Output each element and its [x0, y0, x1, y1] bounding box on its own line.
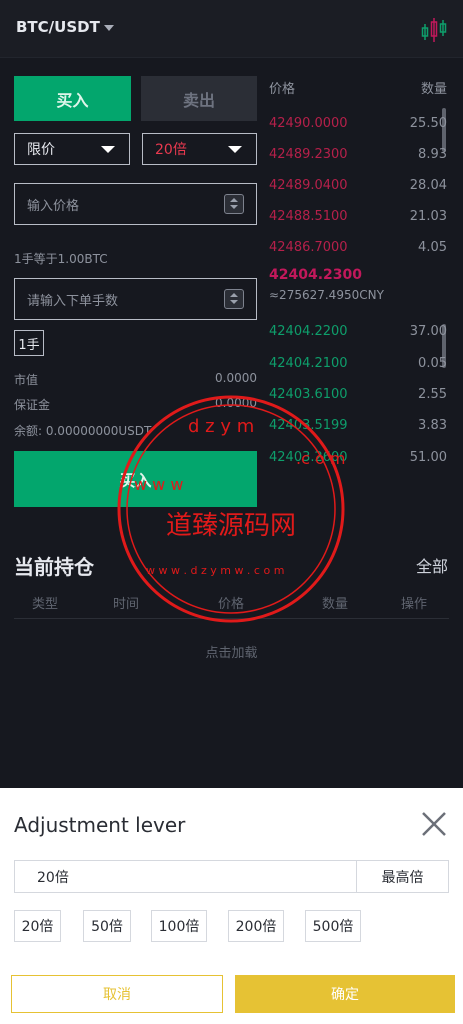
- leverage-input[interactable]: 20倍: [14, 860, 356, 893]
- svg-text:w w w . d z y m w . c o m: w w w . d z y m w . c o m: [146, 564, 284, 577]
- quantity-input[interactable]: 请输入下单手数: [14, 278, 257, 320]
- caret-down-icon: [101, 146, 115, 153]
- price-input[interactable]: 输入价格: [14, 183, 257, 225]
- margin-label: 保证金: [14, 398, 51, 412]
- svg-text:d z y m: d z y m: [188, 416, 254, 437]
- last-price-cny: ≈275627.4950CNY: [269, 288, 384, 302]
- confirm-button[interactable]: 确定: [235, 975, 455, 1013]
- max-leverage-button[interactable]: 最高倍: [356, 860, 449, 893]
- quantity-stepper-icon[interactable]: [224, 289, 244, 309]
- leverage-value: 20倍: [155, 142, 187, 158]
- ask-row[interactable]: 42486.7000 4.05: [269, 240, 447, 258]
- positions-title: 当前持仓: [14, 555, 94, 579]
- bid-row[interactable]: 42404.2200 37.00: [269, 324, 447, 342]
- leverage-chip-200[interactable]: 200倍: [228, 910, 284, 942]
- quantity-placeholder: 请输入下单手数: [27, 293, 119, 309]
- sheet-title: Adjustment lever: [14, 813, 186, 837]
- order-type-select[interactable]: 限价: [14, 133, 130, 165]
- unit-toggle[interactable]: 1手: [14, 330, 44, 356]
- close-icon[interactable]: [420, 810, 448, 838]
- leverage-chip-500[interactable]: 500倍: [305, 910, 361, 942]
- last-price: 42404.2300: [269, 267, 362, 283]
- orderbook-qty-header: 数量: [421, 82, 448, 97]
- ask-row[interactable]: 42490.0000 25.50: [269, 116, 447, 134]
- price-placeholder: 输入价格: [27, 198, 80, 214]
- candlestick-chart-icon[interactable]: [421, 16, 447, 44]
- leverage-select[interactable]: 20倍: [142, 133, 257, 165]
- column-header-type: 类型: [32, 597, 59, 612]
- leverage-chip-20[interactable]: 20倍: [14, 910, 61, 942]
- svg-text:.c o m: .c o m: [296, 449, 345, 468]
- caret-down-icon: [228, 146, 242, 153]
- orderbook-price-header: 价格: [269, 82, 296, 97]
- bid-row[interactable]: 42404.2100 0.05: [269, 356, 447, 374]
- load-more[interactable]: 点击加载: [0, 642, 463, 661]
- leverage-chip-100[interactable]: 100倍: [151, 910, 207, 942]
- order-type-value: 限价: [27, 142, 55, 158]
- ask-row[interactable]: 42489.0400 28.04: [269, 178, 447, 196]
- pair-selector[interactable]: BTC/USDT: [16, 18, 100, 36]
- cancel-button[interactable]: 取消: [11, 975, 223, 1013]
- market-value-row: 市值 0.0000: [14, 371, 257, 388]
- price-stepper-icon[interactable]: [224, 194, 244, 214]
- chevron-down-icon[interactable]: [104, 25, 114, 31]
- positions-all-link[interactable]: 全部: [416, 553, 448, 577]
- sell-tab[interactable]: 卖出: [141, 76, 257, 121]
- ask-row[interactable]: 42488.5100 21.03: [269, 209, 447, 227]
- column-header-action: 操作: [401, 597, 428, 612]
- lot-size-note: 1手等于1.00BTC: [14, 252, 108, 266]
- leverage-chip-50[interactable]: 50倍: [83, 910, 131, 942]
- watermark-text: 道臻源码网: [165, 511, 296, 541]
- market-value-label: 市值: [14, 373, 39, 387]
- ask-row[interactable]: 42489.2300 8.93: [269, 147, 447, 165]
- market-value: 0.0000: [215, 371, 257, 385]
- svg-text:w w w: w w w: [134, 475, 183, 494]
- buy-tab[interactable]: 买入: [14, 76, 131, 121]
